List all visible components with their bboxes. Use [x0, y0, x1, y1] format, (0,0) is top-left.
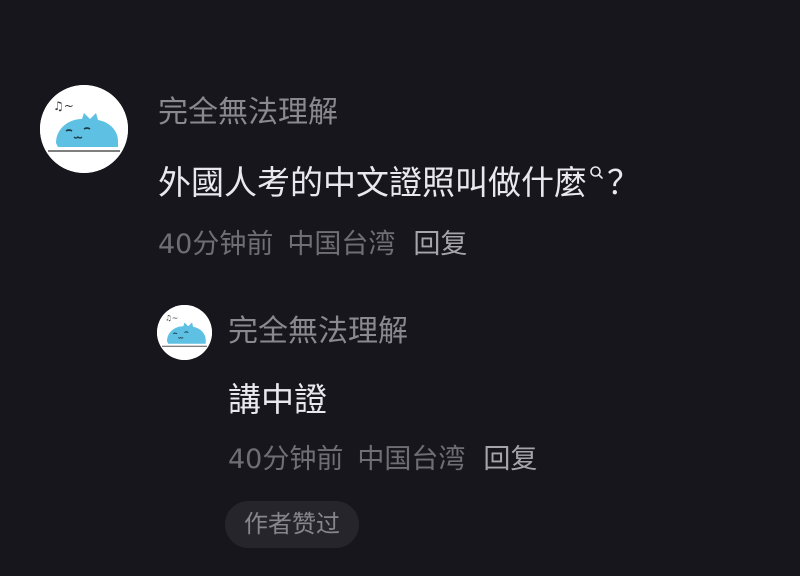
reply-location: 中国台湾: [357, 444, 466, 475]
search-icon[interactable]: [589, 165, 605, 185]
svg-text:♫~: ♫~: [165, 314, 178, 323]
svg-text:♫~: ♫~: [53, 99, 74, 113]
comment-text-suffix: ？: [607, 163, 640, 202]
reply-meta: 40分钟前 中国台湾 回复: [228, 443, 537, 477]
author-liked-badge: 作者赞过: [225, 501, 359, 548]
comment-text-body: 外國人考的中文證照叫做什麼: [158, 163, 587, 202]
comment-text: 外國人考的中文證照叫做什麼 ？: [158, 163, 640, 203]
reply-reply-button[interactable]: 回复: [483, 443, 537, 477]
reply-text: 講中證: [228, 380, 327, 419]
reply-time: 40分钟前: [228, 444, 344, 475]
comment-time: 40分钟前: [158, 229, 274, 260]
blue-cat-avatar-icon: ♫~: [157, 305, 212, 360]
avatar[interactable]: ♫~: [40, 85, 128, 173]
comment-thread: ♫~ 完全無法理解 外國人考的中文證照叫做什麼？ 40分钟前 中国台湾 回复 ♫~ …: [0, 0, 800, 576]
reply-avatar[interactable]: ♫~: [157, 305, 212, 360]
comment-username[interactable]: 完全無法理解: [158, 95, 338, 131]
reply-button[interactable]: 回复: [413, 228, 467, 262]
comment-meta: 40分钟前 中国台湾 回复: [158, 228, 467, 262]
comment-location: 中国台湾: [287, 229, 396, 260]
blue-cat-avatar-icon: ♫~: [40, 85, 128, 173]
reply-username[interactable]: 完全無法理解: [228, 314, 408, 350]
